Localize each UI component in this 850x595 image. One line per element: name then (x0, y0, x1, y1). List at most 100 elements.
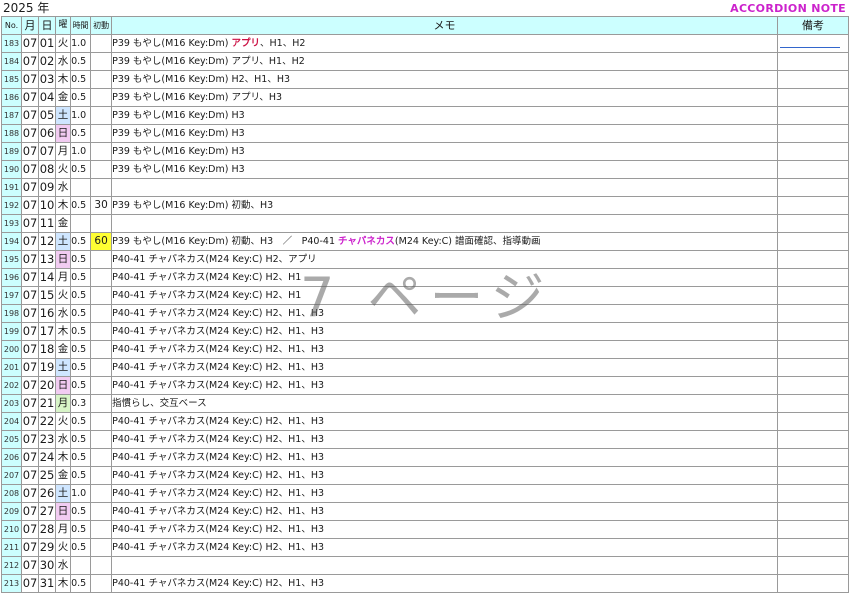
note-cell[interactable] (776, 412, 850, 431)
row-number-cell[interactable]: 208 (0, 484, 23, 503)
memo-cell[interactable]: P40-41 チャパネカス(M24 Key:C) H2、H1、H3 (111, 304, 778, 323)
memo-cell[interactable]: P40-41 チャパネカス(M24 Key:C) H2、H1、H3 (111, 538, 778, 557)
row-number-cell[interactable]: 187 (0, 106, 23, 125)
note-cell[interactable] (776, 538, 850, 557)
month-cell[interactable]: 07 (21, 196, 40, 215)
note-cell[interactable] (776, 502, 850, 521)
day-cell[interactable]: 31 (38, 574, 57, 593)
weekday-cell[interactable]: 火 (55, 34, 72, 53)
weekday-cell[interactable]: 月 (55, 268, 72, 287)
weekday-cell[interactable]: 木 (55, 448, 72, 467)
weekday-cell[interactable]: 金 (55, 214, 72, 233)
time-cell[interactable]: 0.5 (70, 322, 92, 341)
row-number-cell[interactable]: 191 (0, 178, 23, 197)
row-number-cell[interactable]: 201 (0, 358, 23, 377)
weekday-cell[interactable]: 日 (55, 502, 72, 521)
time-cell[interactable]: 0.5 (70, 268, 92, 287)
weekday-cell[interactable]: 日 (55, 250, 72, 269)
month-cell[interactable]: 07 (21, 88, 40, 107)
memo-cell[interactable]: P40-41 チャパネカス(M24 Key:C) H2、アプリ (111, 250, 778, 269)
row-number-cell[interactable]: 186 (0, 88, 23, 107)
memo-cell[interactable]: P40-41 チャパネカス(M24 Key:C) H2、H1、H3 (111, 574, 778, 593)
weekday-cell[interactable]: 水 (55, 304, 72, 323)
memo-cell[interactable] (111, 178, 778, 197)
col-header-memo[interactable]: メモ (111, 16, 778, 35)
weekday-cell[interactable]: 木 (55, 574, 72, 593)
row-number-cell[interactable]: 199 (0, 322, 23, 341)
day-cell[interactable]: 15 (38, 286, 57, 305)
day-cell[interactable]: 18 (38, 340, 57, 359)
weekday-cell[interactable]: 月 (55, 520, 72, 539)
memo-cell[interactable]: P40-41 チャパネカス(M24 Key:C) H2、H1、H3 (111, 466, 778, 485)
time-cell[interactable]: 0.5 (70, 160, 92, 179)
time-cell[interactable]: 1.0 (70, 34, 92, 53)
memo-cell[interactable]: P40-41 チャパネカス(M24 Key:C) H2、H1、H3 (111, 520, 778, 539)
memo-cell[interactable]: P40-41 チャパネカス(M24 Key:C) H2、H1、H3 (111, 376, 778, 395)
month-cell[interactable]: 07 (21, 268, 40, 287)
month-cell[interactable]: 07 (21, 250, 40, 269)
memo-cell[interactable]: P40-41 チャパネカス(M24 Key:C) H2、H1、H3 (111, 340, 778, 359)
month-cell[interactable]: 07 (21, 412, 40, 431)
month-cell[interactable]: 07 (21, 430, 40, 449)
memo-cell[interactable] (111, 556, 778, 575)
note-cell[interactable] (776, 520, 850, 539)
weekday-cell[interactable]: 火 (55, 412, 72, 431)
first-view-cell[interactable] (90, 106, 113, 125)
row-number-cell[interactable]: 212 (0, 556, 23, 575)
first-view-cell[interactable]: 30 (90, 196, 113, 215)
note-cell[interactable] (776, 466, 850, 485)
weekday-cell[interactable]: 水 (55, 178, 72, 197)
first-view-cell[interactable] (90, 448, 113, 467)
row-number-cell[interactable]: 194 (0, 232, 23, 251)
note-cell[interactable] (776, 448, 850, 467)
weekday-cell[interactable]: 土 (55, 484, 72, 503)
weekday-cell[interactable]: 金 (55, 88, 72, 107)
weekday-cell[interactable]: 木 (55, 196, 72, 215)
day-cell[interactable]: 19 (38, 358, 57, 377)
memo-cell[interactable]: P39 もやし(M16 Key:Dm) 初動、H3 (111, 196, 778, 215)
month-cell[interactable]: 07 (21, 538, 40, 557)
day-cell[interactable]: 12 (38, 232, 57, 251)
note-cell[interactable] (776, 250, 850, 269)
col-header-time[interactable]: 時間 (70, 16, 92, 35)
first-view-cell[interactable] (90, 466, 113, 485)
first-view-cell[interactable] (90, 538, 113, 557)
day-cell[interactable]: 11 (38, 214, 57, 233)
note-cell[interactable] (776, 430, 850, 449)
memo-cell[interactable]: P40-41 チャパネカス(M24 Key:C) H2、H1、H3 (111, 484, 778, 503)
time-cell[interactable]: 0.5 (70, 340, 92, 359)
memo-cell[interactable]: P39 もやし(M16 Key:Dm) H3 (111, 124, 778, 143)
memo-cell[interactable]: 指慣らし、交互ベース (111, 394, 778, 413)
weekday-cell[interactable]: 火 (55, 538, 72, 557)
first-view-cell[interactable] (90, 286, 113, 305)
memo-cell[interactable]: P40-41 チャパネカス(M24 Key:C) H2、H1 (111, 268, 778, 287)
month-cell[interactable]: 07 (21, 520, 40, 539)
memo-cell[interactable]: P39 もやし(M16 Key:Dm) アプリ、H1、H2 (111, 52, 778, 71)
col-header-first-view[interactable]: 初動 (90, 16, 113, 35)
month-cell[interactable]: 07 (21, 394, 40, 413)
row-number-cell[interactable]: 198 (0, 304, 23, 323)
memo-cell[interactable]: P39 もやし(M16 Key:Dm) H2、H1、H3 (111, 70, 778, 89)
time-cell[interactable] (70, 214, 92, 233)
day-cell[interactable]: 30 (38, 556, 57, 575)
weekday-cell[interactable]: 火 (55, 286, 72, 305)
day-cell[interactable]: 17 (38, 322, 57, 341)
col-header-note[interactable]: 備考 (776, 16, 850, 35)
month-cell[interactable]: 07 (21, 556, 40, 575)
time-cell[interactable]: 0.5 (70, 376, 92, 395)
day-cell[interactable]: 20 (38, 376, 57, 395)
time-cell[interactable]: 0.5 (70, 430, 92, 449)
row-number-cell[interactable]: 184 (0, 52, 23, 71)
time-cell[interactable]: 1.0 (70, 142, 92, 161)
note-cell[interactable] (776, 304, 850, 323)
row-number-cell[interactable]: 207 (0, 466, 23, 485)
first-view-cell[interactable] (90, 88, 113, 107)
note-cell[interactable] (776, 376, 850, 395)
first-view-cell[interactable] (90, 160, 113, 179)
time-cell[interactable] (70, 556, 92, 575)
weekday-cell[interactable]: 金 (55, 466, 72, 485)
month-cell[interactable]: 07 (21, 484, 40, 503)
first-view-cell[interactable] (90, 430, 113, 449)
month-cell[interactable]: 07 (21, 142, 40, 161)
row-number-cell[interactable]: 202 (0, 376, 23, 395)
